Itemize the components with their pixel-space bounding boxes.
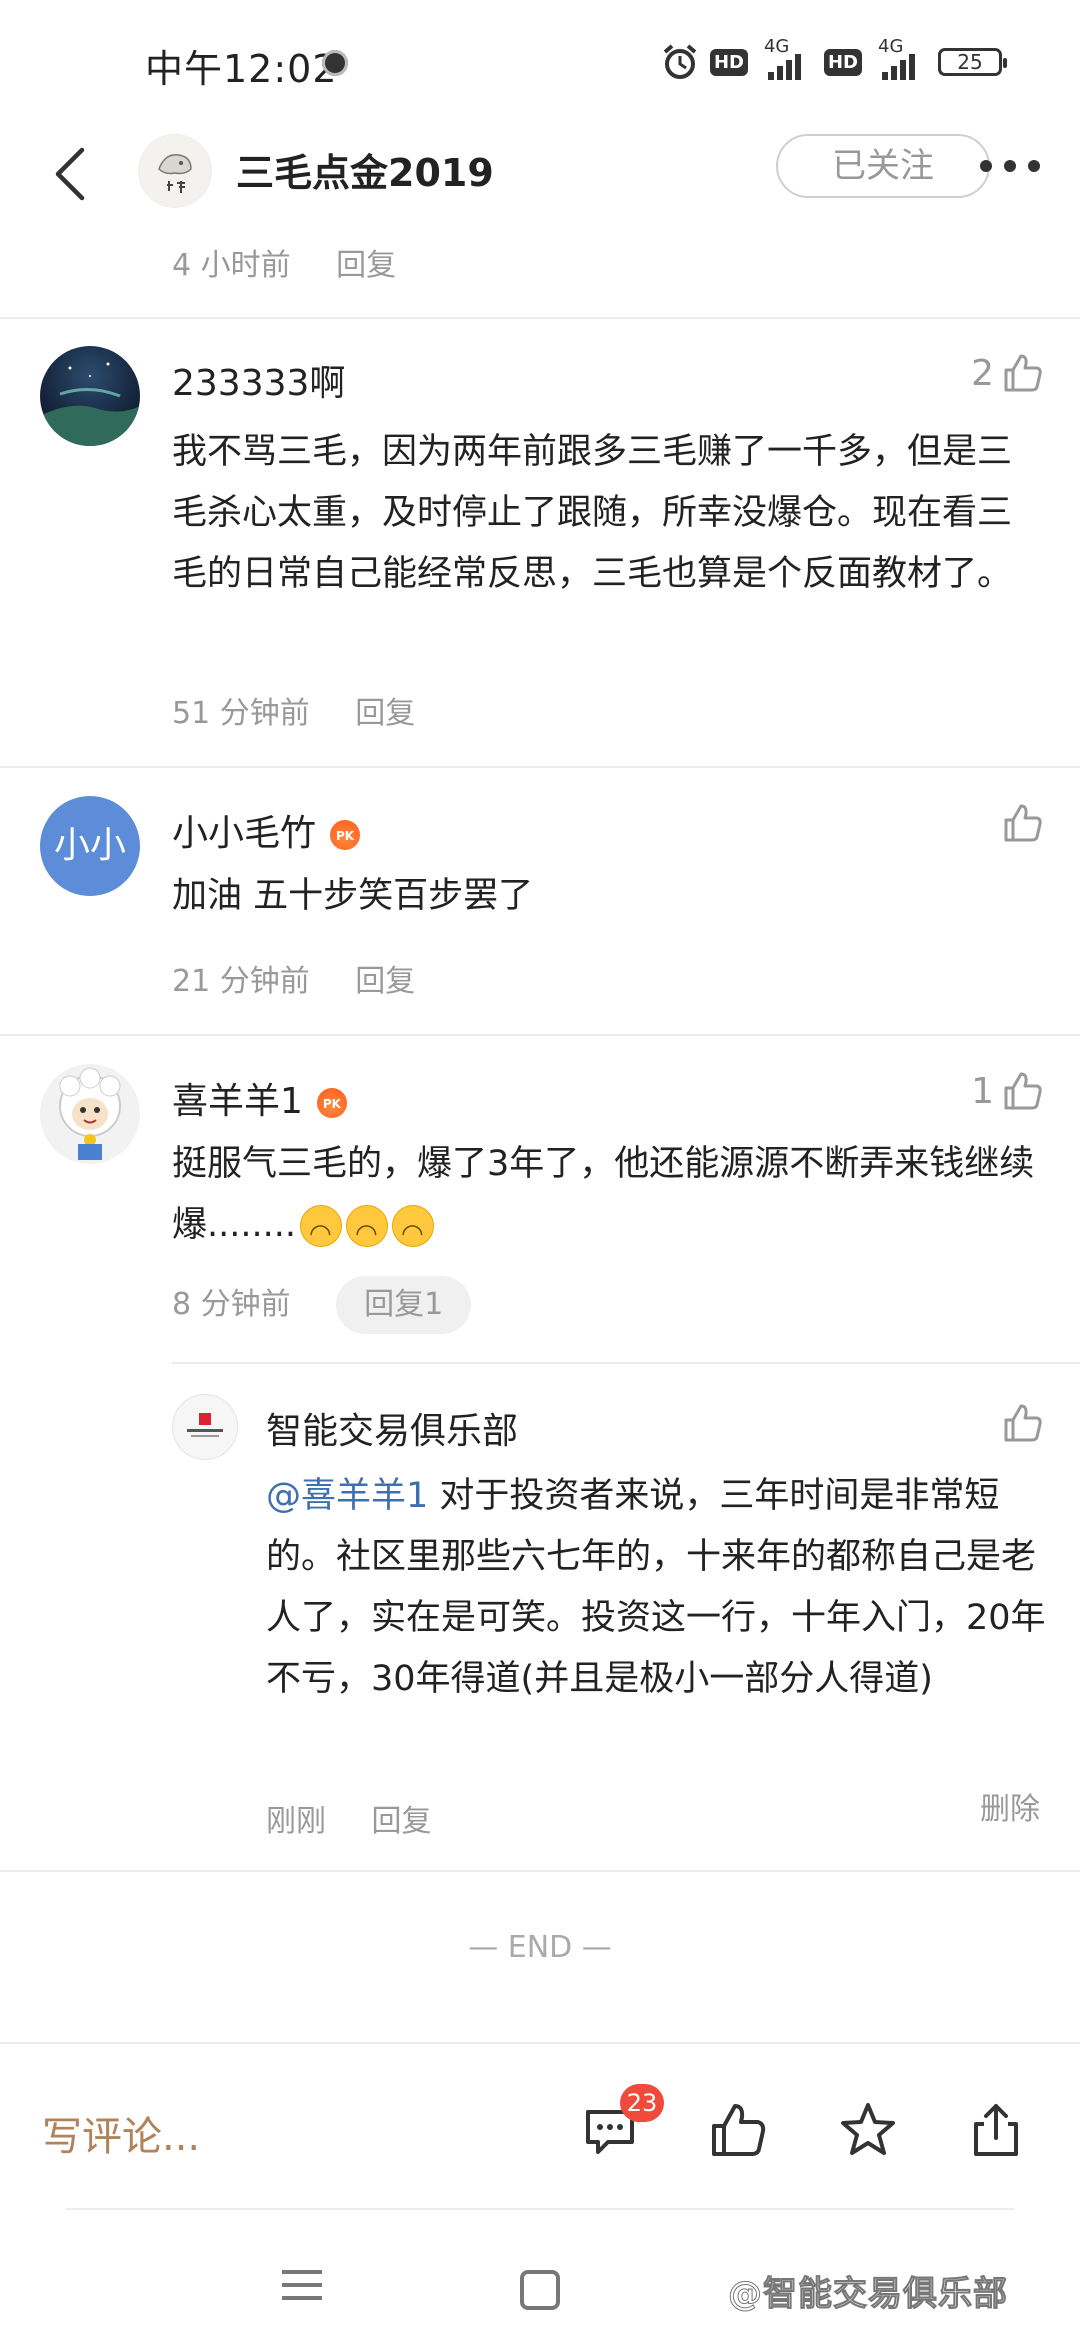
like-button[interactable]: [1002, 802, 1044, 844]
star-icon[interactable]: [838, 2100, 898, 2160]
signal-icon: 4G: [872, 36, 928, 82]
comment-meta: 刚刚 回复: [266, 1796, 432, 1840]
recording-indicator-icon: [322, 50, 348, 76]
divider: [172, 1362, 1080, 1364]
reply-author[interactable]: 智能交易俱乐部: [266, 1402, 518, 1454]
comment-time: 刚刚: [266, 1804, 326, 1839]
thumbs-up-icon: [1004, 1072, 1042, 1110]
upside-down-face-emoji-icon: [346, 1204, 389, 1265]
like-button[interactable]: [1002, 1402, 1044, 1444]
sanmao-logo-icon: [158, 154, 192, 193]
home-icon[interactable]: [520, 2270, 560, 2310]
comment-time: 4 小时前: [172, 248, 291, 283]
battery-icon: 25: [938, 48, 1007, 76]
reply-button[interactable]: 回复: [355, 696, 415, 731]
comment-author[interactable]: 喜羊羊1: [172, 1081, 303, 1122]
end-marker: — END —: [468, 1930, 612, 1965]
reply-text: @喜羊羊1 对于投资者来说，三年时间是非常短的。社区里那些六七年的，十来年的都称…: [266, 1466, 1046, 1710]
system-nav-bar: @智能交易俱乐部: [0, 2210, 1080, 2340]
comment-meta: 51 分钟前 回复: [172, 688, 415, 732]
comment-page: 中午12:02 HD 4G HD 4G 25 三毛点金2019 已关注 4 小时…: [0, 0, 1080, 2340]
thumbs-up-icon[interactable]: [708, 2100, 768, 2160]
comment-count-badge: 23: [620, 2084, 664, 2122]
author-avatar[interactable]: [138, 134, 212, 208]
comment-meta: 4 小时前 回复: [172, 240, 396, 284]
avatar[interactable]: 小小: [40, 796, 140, 896]
divider: [0, 1870, 1080, 1872]
avatar[interactable]: [40, 346, 140, 446]
more-options-icon[interactable]: [980, 160, 1040, 174]
thumbs-up-icon: [1004, 1404, 1042, 1442]
like-button[interactable]: 2: [971, 352, 1044, 394]
upside-down-face-emoji-icon: [392, 1204, 435, 1265]
watermark: @智能交易俱乐部: [728, 2274, 1008, 2315]
comment-action-bar: 写评论... 23: [0, 2042, 1080, 2210]
signal-icon: 4G: [758, 36, 814, 82]
comment-meta: 21 分钟前 回复: [172, 956, 415, 1000]
alarm-icon: [663, 44, 697, 79]
mention-link[interactable]: @喜羊羊1: [266, 1476, 428, 1516]
reply-button[interactable]: 回复: [336, 248, 396, 283]
thumbs-up-icon: [1004, 804, 1042, 842]
menu-icon[interactable]: [282, 2270, 322, 2309]
club-logo-icon: [187, 1413, 223, 1437]
pleasant-goat-avatar-icon: [59, 1067, 121, 1160]
page-header: 三毛点金2019 已关注: [0, 118, 1080, 230]
share-icon[interactable]: [966, 2100, 1026, 2160]
comment-text: 我不骂三毛，因为两年前跟多三毛赚了一千多，但是三毛杀心太重，及时停止了跟随，所幸…: [172, 432, 1013, 594]
night-sky-avatar-icon: [40, 362, 140, 446]
like-count: 2: [971, 352, 994, 394]
like-count: 1: [971, 1070, 994, 1112]
status-time: 中午12:02: [145, 47, 338, 91]
comment-text: 加油 五十步笑百步罢了: [172, 876, 534, 916]
hd-icon: HD: [823, 48, 862, 76]
avatar[interactable]: [172, 1394, 238, 1460]
comment-author[interactable]: 233333啊: [172, 354, 345, 406]
comment-author-row: 喜羊羊1 PK: [172, 1072, 347, 1124]
comment-item: 233333啊 2 我不骂三毛，因为两年前跟多三毛赚了一千多，但是三毛杀心太重，…: [0, 318, 1080, 766]
page-title[interactable]: 三毛点金2019: [236, 142, 494, 197]
following-button[interactable]: 已关注: [776, 134, 990, 198]
status-icons: HD 4G HD 4G 25: [660, 36, 1007, 84]
comment-author-row: 小小毛竹 PK: [172, 804, 361, 856]
comment-item: 小小 小小毛竹 PK 加油 五十步笑百步罢了 21 分钟前 回复: [0, 768, 1080, 1034]
like-button[interactable]: 1: [971, 1070, 1044, 1112]
write-comment-input[interactable]: 写评论...: [42, 2104, 200, 2162]
avatar[interactable]: [40, 1064, 140, 1164]
pk-badge-icon: PK: [330, 820, 361, 850]
upside-down-face-emoji-icon: [300, 1204, 343, 1265]
pk-badge-icon: PK: [316, 1088, 347, 1118]
comment-item: 喜羊羊1 PK 1 挺服气三毛的，爆了3年了，他还能源源不断弄来钱继续爆.....…: [0, 1036, 1080, 1870]
comment-text: 挺服气三毛的，爆了3年了，他还能源源不断弄来钱继续爆........: [172, 1134, 1038, 1265]
thumbs-up-icon: [1004, 354, 1042, 392]
comment-time: 51 分钟前: [172, 696, 310, 731]
delete-button[interactable]: 删除: [980, 1784, 1040, 1828]
reply-button[interactable]: 回复: [372, 1804, 432, 1839]
comment-time: 8 分钟前: [172, 1287, 291, 1322]
comment-author[interactable]: 小小毛竹: [172, 813, 316, 854]
reply-button[interactable]: 回复: [355, 964, 415, 999]
comment-meta: 8 分钟前 回复1: [172, 1276, 472, 1334]
comment-time: 21 分钟前: [172, 964, 310, 999]
replies-button[interactable]: 回复1: [336, 1276, 472, 1334]
status-bar: 中午12:02 HD 4G HD 4G 25: [0, 0, 1080, 118]
back-arrow-icon[interactable]: [46, 144, 96, 204]
hd-icon: HD: [709, 48, 748, 76]
